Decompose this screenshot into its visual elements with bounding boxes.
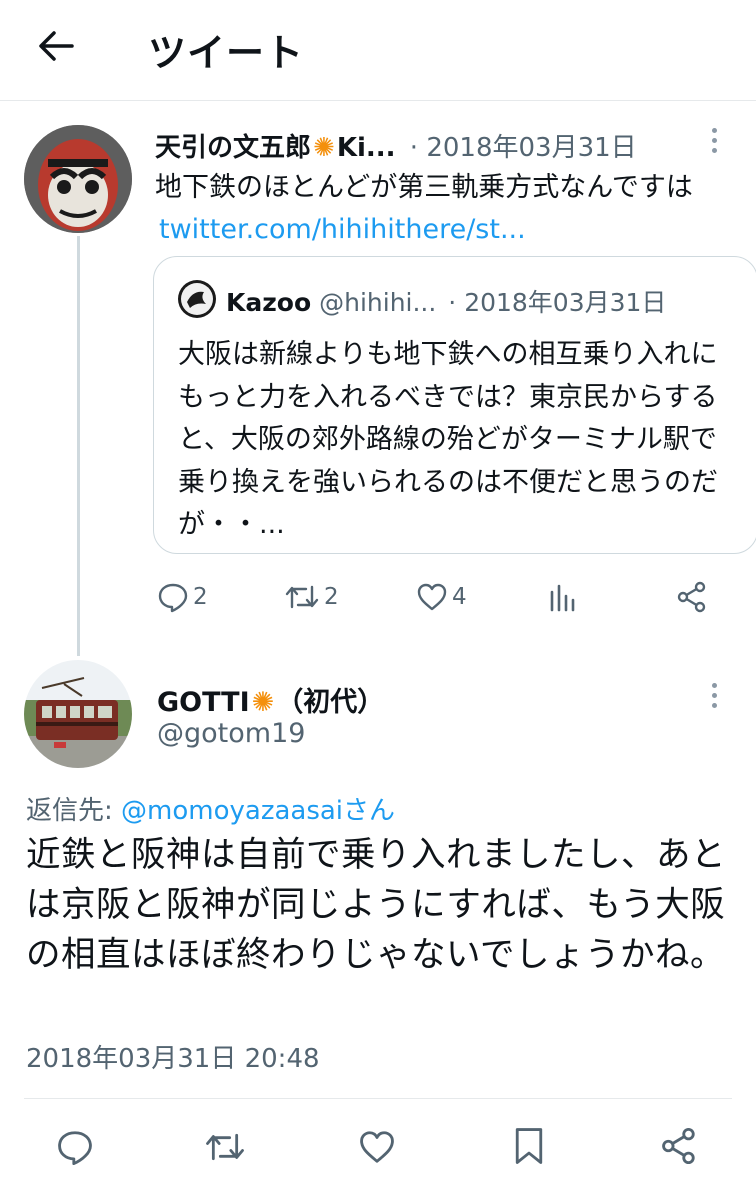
reply-display-name[interactable]: GOTTI: [157, 687, 250, 718]
quote-handle: @hihihi...: [319, 288, 437, 317]
bookmark-action-button[interactable]: [512, 1126, 546, 1170]
header-divider: [0, 100, 756, 101]
tweet-header: 天引の文五郎✺Ki... · 2018年03月31日: [155, 127, 637, 164]
page-title: ツイート: [148, 31, 305, 75]
tweet-date[interactable]: 2018年03月31日: [426, 133, 636, 163]
share-button[interactable]: [676, 581, 708, 617]
more-options-icon[interactable]: [712, 128, 718, 158]
share-action-button[interactable]: [660, 1127, 698, 1169]
kazoo-avatar-icon: [181, 283, 213, 315]
like-button[interactable]: 4: [416, 580, 467, 614]
reply-text: 近鉄と阪神は自前で乗り入れましたし、あとは京阪と阪神が同じようにすれば、もう大阪…: [26, 835, 726, 975]
retweet-button[interactable]: 2: [284, 580, 339, 614]
replying-to-label: 返信先:: [26, 796, 122, 826]
heart-icon: [417, 583, 447, 611]
reply-count: 2: [193, 584, 208, 610]
avatar[interactable]: [24, 125, 132, 233]
reply-icon: [58, 1131, 92, 1166]
share-icon: [677, 581, 706, 613]
tweet-body: 地下鉄のほとんどが第三軌乗方式なんですは: [155, 172, 693, 203]
share-icon: [662, 1127, 695, 1165]
like-action-button[interactable]: [358, 1128, 396, 1170]
display-name[interactable]: 天引の文五郎: [155, 133, 311, 163]
reply-more-options-icon[interactable]: [712, 683, 718, 713]
separator: ·: [409, 133, 419, 163]
sun-badge-icon: ✺: [251, 687, 275, 718]
tweet-link[interactable]: twitter.com/hihihithere/st...: [159, 214, 526, 245]
retweet-icon: [206, 1133, 244, 1161]
bookmark-icon: [515, 1128, 543, 1164]
reply-handle[interactable]: @gotom19: [157, 718, 305, 749]
tram-avatar-icon: [24, 660, 132, 768]
replying-to: 返信先: @momoyazaasaiさん: [26, 790, 395, 827]
reply-name-row: GOTTI✺（初代）: [157, 680, 384, 719]
reply-avatar[interactable]: [24, 660, 132, 768]
quote-header: Kazoo @hihihi... · 2018年03月31日: [226, 283, 666, 319]
reply-name-suffix: （初代）: [276, 687, 385, 718]
arrow-left-icon: [39, 31, 74, 61]
quote-display-name: Kazoo: [226, 288, 312, 317]
replying-to-suffix: さん: [343, 796, 396, 826]
action-bar-divider: [24, 1098, 732, 1099]
retweet-count: 2: [324, 584, 339, 610]
reply-action-button[interactable]: [56, 1128, 94, 1170]
quote-date: 2018年03月31日: [464, 288, 667, 317]
bar-chart-icon: [550, 584, 575, 612]
daruma-avatar-icon: [24, 125, 132, 233]
like-count: 4: [452, 584, 467, 610]
reply-icon: [158, 583, 188, 613]
quote-text: 大阪は新線よりも地下鉄への相互乗り入れにもっと力を入れるべきでは？東京民からする…: [178, 339, 718, 540]
analytics-button[interactable]: [548, 582, 576, 616]
reply-timestamp[interactable]: 2018年03月31日 20:48: [26, 1038, 320, 1075]
display-name-suffix: Ki...: [336, 133, 396, 163]
tweet-text: 地下鉄のほとんどが第三軌乗方式なんですは twitter.com/hihihit…: [155, 167, 735, 251]
retweet-action-button[interactable]: [204, 1128, 246, 1170]
quote-separator: ·: [448, 288, 457, 317]
back-button[interactable]: [36, 28, 76, 64]
replying-to-handle[interactable]: @momoyazaasai: [121, 796, 343, 826]
sun-badge-icon: ✺: [313, 133, 335, 163]
reply-button[interactable]: 2: [157, 580, 208, 614]
thread-line: [77, 236, 80, 656]
heart-icon: [360, 1131, 394, 1163]
retweet-icon: [285, 585, 319, 609]
quote-avatar[interactable]: [178, 280, 216, 318]
